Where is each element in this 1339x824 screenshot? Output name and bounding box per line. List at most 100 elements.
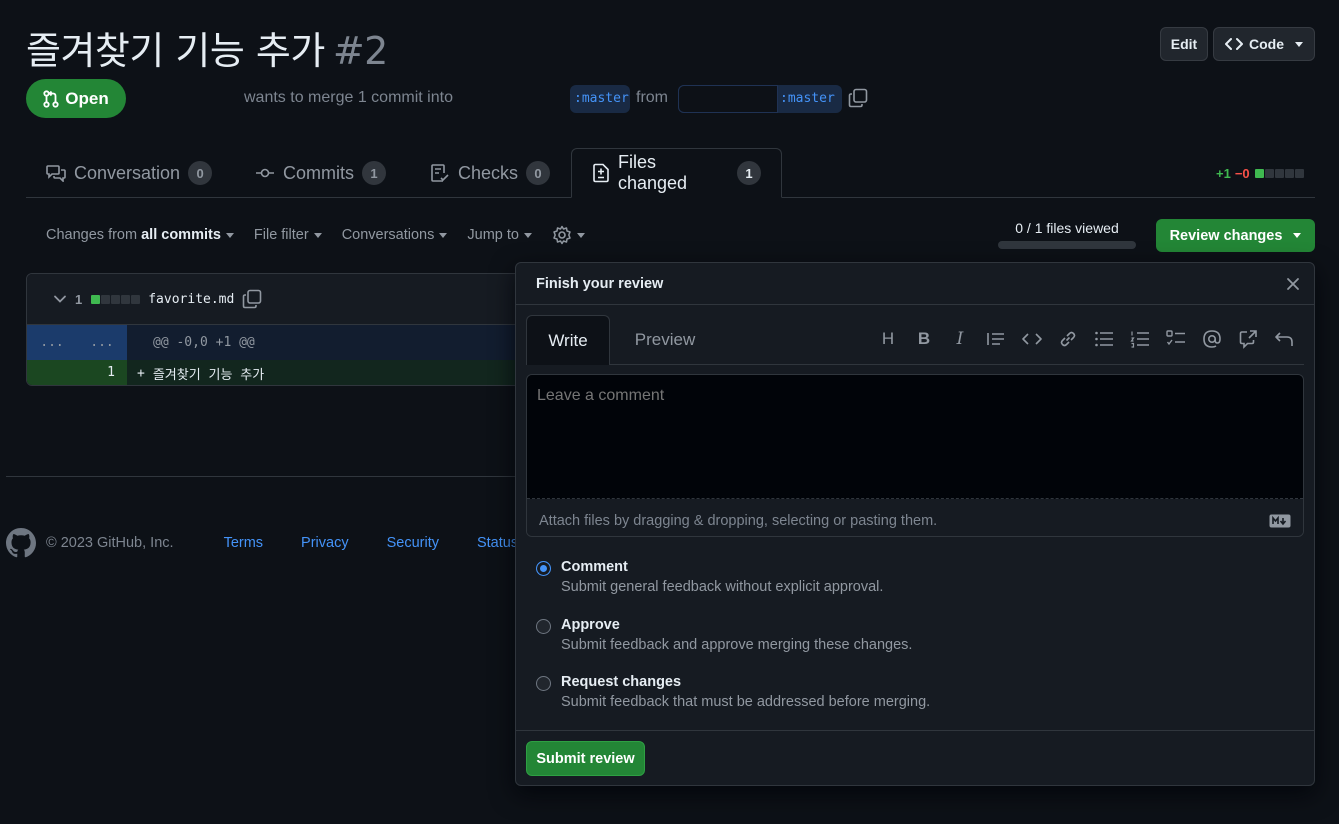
unordered-list-icon[interactable] bbox=[1092, 327, 1116, 351]
review-popover: Finish your review Write Preview H B I A… bbox=[515, 262, 1315, 786]
review-option-request-changes[interactable]: Request changes Submit feedback that mus… bbox=[536, 674, 930, 710]
approve-radio[interactable] bbox=[536, 619, 551, 634]
redacted-owner bbox=[678, 85, 778, 113]
file-header: 1 favorite.md bbox=[27, 274, 525, 325]
submit-review-button[interactable]: Submit review bbox=[526, 741, 645, 776]
link-icon[interactable] bbox=[1056, 327, 1080, 351]
comment-editor: Attach files by dragging & dropping, sel… bbox=[526, 374, 1304, 537]
option-description: Submit feedback that must be addressed b… bbox=[561, 694, 931, 710]
chevron-down-icon[interactable] bbox=[53, 292, 67, 306]
chevron-down-icon bbox=[313, 232, 322, 238]
tab-write[interactable]: Write bbox=[526, 315, 610, 365]
pr-title-text: 즐겨찾기 기능 추가 bbox=[26, 29, 325, 73]
quote-icon[interactable] bbox=[984, 327, 1008, 351]
task-list-icon[interactable] bbox=[1164, 327, 1188, 351]
review-popover-header: Finish your review bbox=[516, 263, 1314, 305]
conversations-label: Conversations bbox=[341, 227, 435, 243]
code-icon[interactable] bbox=[1020, 327, 1044, 351]
footer-divider bbox=[6, 476, 516, 477]
comment-textarea[interactable] bbox=[527, 375, 1303, 499]
changes-from-value: all commits bbox=[141, 227, 221, 243]
files-viewed-text: 0 / 1 files viewed bbox=[1015, 220, 1119, 236]
status-label: Open bbox=[65, 88, 109, 108]
conversations-dropdown[interactable]: Conversations bbox=[342, 227, 448, 243]
merge-description: wants to merge 1 commit into bbox=[244, 89, 453, 106]
review-popover-title: Finish your review bbox=[536, 275, 664, 292]
status-badge: Open bbox=[26, 79, 126, 118]
file-filter-dropdown[interactable]: File filter bbox=[254, 227, 322, 243]
review-option-comment[interactable]: Comment Submit general feedback without … bbox=[536, 559, 883, 595]
diff-toolbar: Changes from all commits File filter Con… bbox=[46, 225, 585, 245]
from-label: from bbox=[636, 89, 668, 106]
footer-link-terms[interactable]: Terms bbox=[224, 535, 263, 551]
file-diffstat-blocks bbox=[90, 292, 141, 307]
diffstat-additions: +1 bbox=[1216, 166, 1231, 181]
copy-icon[interactable] bbox=[242, 289, 262, 309]
diffstat-deletions: −0 bbox=[1234, 166, 1250, 181]
undo-icon[interactable] bbox=[1272, 327, 1296, 351]
footer-link-security[interactable]: Security bbox=[387, 535, 439, 551]
file-changes-count: 1 bbox=[75, 291, 83, 307]
changes-from-prefix: Changes from bbox=[46, 227, 138, 243]
cross-reference-icon[interactable] bbox=[1236, 327, 1260, 351]
file-name[interactable]: favorite.md bbox=[148, 292, 234, 307]
option-description: Submit general feedback without explicit… bbox=[561, 579, 884, 595]
tab-checks[interactable]: Checks 0 bbox=[430, 148, 551, 198]
hunk-header: @@ -0,0 +1 @@ bbox=[153, 335, 255, 350]
edit-button[interactable]: Edit bbox=[1160, 27, 1208, 61]
github-logo-icon[interactable] bbox=[6, 528, 36, 558]
chevron-down-icon bbox=[1295, 41, 1303, 47]
files-viewed-progress bbox=[998, 241, 1136, 249]
comment-radio[interactable] bbox=[536, 561, 551, 576]
mention-icon[interactable] bbox=[1200, 327, 1224, 351]
chevron-down-icon bbox=[523, 232, 532, 238]
comment-discussion-icon bbox=[46, 164, 66, 182]
ordered-list-icon[interactable] bbox=[1128, 327, 1152, 351]
line-number[interactable]: 1 bbox=[27, 360, 127, 385]
diff-line: 1 + 즐겨찾기 기능 추가 bbox=[27, 360, 525, 385]
tab-files-changed-count: 1 bbox=[737, 161, 761, 185]
footer-link-privacy[interactable]: Privacy bbox=[301, 535, 349, 551]
code-icon bbox=[1225, 37, 1243, 51]
request-changes-radio[interactable] bbox=[536, 676, 551, 691]
footer-link-status[interactable]: Status bbox=[477, 535, 518, 551]
jump-to-dropdown[interactable]: Jump to bbox=[467, 227, 532, 243]
line-content: 즐겨찾기 기능 추가 bbox=[152, 367, 265, 383]
review-option-approve[interactable]: Approve Submit feedback and approve merg… bbox=[536, 617, 912, 653]
chevron-down-icon bbox=[576, 232, 585, 238]
base-branch[interactable]: :master bbox=[570, 85, 630, 113]
diffstat-blocks bbox=[1254, 166, 1304, 181]
footer-copyright: © 2023 GitHub, Inc. bbox=[46, 535, 174, 551]
tab-commits[interactable]: Commits 1 bbox=[255, 148, 386, 198]
chevron-down-icon bbox=[225, 232, 234, 238]
tab-checks-label: Checks bbox=[458, 162, 519, 183]
file-diff-icon bbox=[592, 163, 610, 183]
editor-tabs: Write Preview H B I bbox=[526, 315, 1304, 365]
expand-hunk[interactable]: ...... bbox=[27, 325, 127, 360]
copy-icon[interactable] bbox=[848, 88, 868, 108]
file-filter-label: File filter bbox=[253, 227, 309, 243]
review-changes-button[interactable]: Review changes bbox=[1156, 219, 1315, 252]
italic-icon[interactable]: I bbox=[948, 327, 972, 351]
pull-request-icon bbox=[43, 89, 59, 108]
close-icon[interactable] bbox=[1286, 277, 1300, 291]
hunk-row: ...... @@ -0,0 +1 @@ bbox=[27, 325, 525, 360]
jump-to-label: Jump to bbox=[467, 227, 519, 243]
head-branch[interactable]: :master bbox=[678, 85, 842, 113]
tab-files-changed-label: Files changed bbox=[618, 152, 688, 193]
attach-files-area[interactable]: Attach files by dragging & dropping, sel… bbox=[527, 502, 1303, 536]
markdown-icon bbox=[1269, 514, 1291, 528]
tab-preview[interactable]: Preview bbox=[621, 315, 709, 365]
gear-icon bbox=[552, 225, 572, 245]
option-description: Submit feedback and approve merging thes… bbox=[561, 637, 913, 653]
changes-from-dropdown[interactable]: Changes from all commits bbox=[46, 227, 234, 243]
tab-conversation[interactable]: Conversation 0 bbox=[46, 148, 213, 198]
hunk-right: ... bbox=[90, 335, 114, 350]
bold-icon[interactable]: B bbox=[912, 327, 936, 351]
option-title: Comment bbox=[561, 559, 628, 575]
tab-files-changed[interactable]: Files changed 1 bbox=[571, 148, 782, 198]
diff-settings-dropdown[interactable] bbox=[552, 225, 585, 245]
tab-conversation-count: 0 bbox=[188, 161, 213, 185]
heading-icon[interactable]: H bbox=[876, 327, 900, 351]
code-button[interactable]: Code bbox=[1213, 27, 1315, 61]
